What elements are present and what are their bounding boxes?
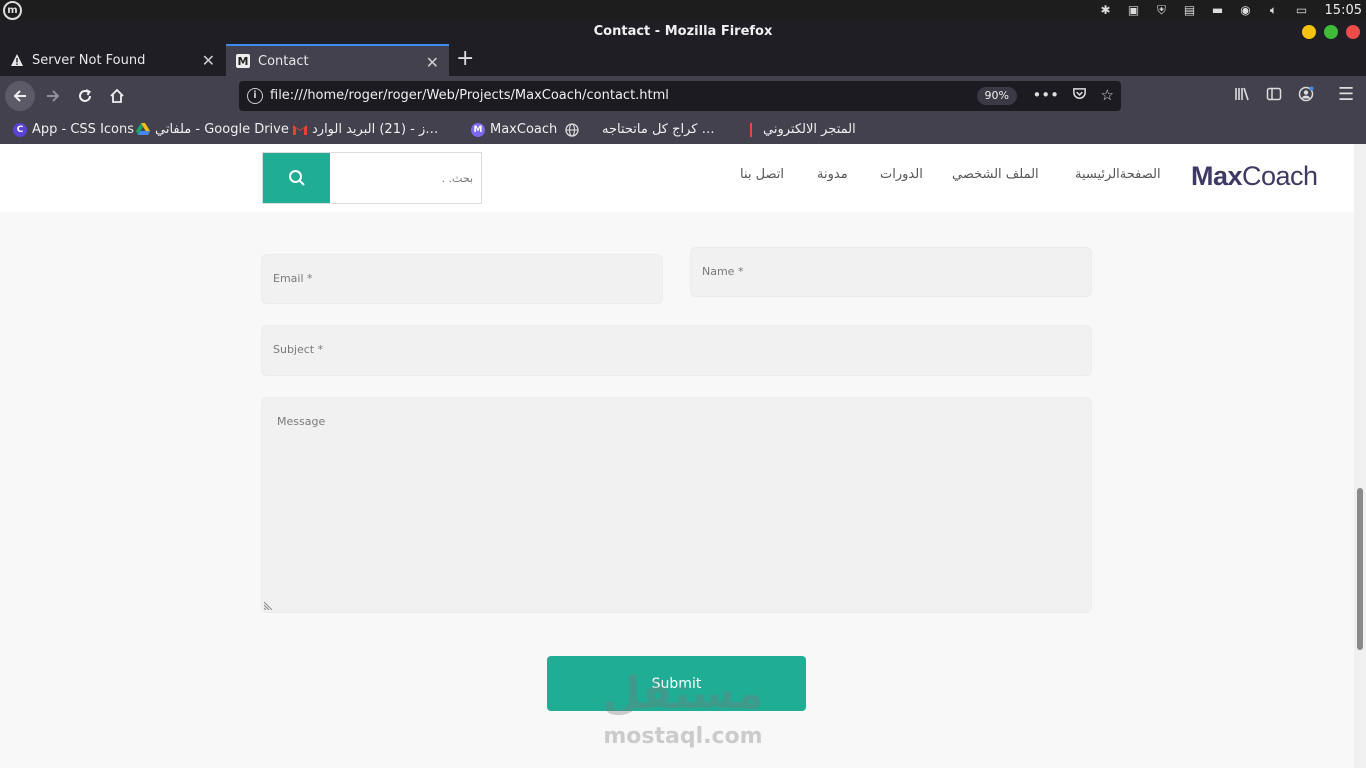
nav-profile[interactable]: الملف الشخصي: [952, 167, 1039, 182]
bookmark-label: App - CSS Icons: [32, 122, 135, 137]
battery-icon[interactable]: ▭: [1293, 2, 1311, 18]
update-manager-icon[interactable]: ▣: [1125, 2, 1143, 18]
google-drive-icon: [136, 123, 150, 137]
maxcoach-favicon: M: [471, 122, 485, 137]
tab-label: Server Not Found: [32, 52, 146, 68]
bookmark-label: ملفاتي - Google Drive: [155, 122, 289, 137]
url-text[interactable]: file:///home/roger/roger/Web/Projects/Ma…: [270, 88, 669, 103]
watermark-latin: mostaql.com: [603, 724, 763, 749]
bookmark-online-store[interactable]: المتجر الالكتروني: [744, 122, 856, 137]
account-icon[interactable]: [1298, 86, 1314, 106]
web-page: MaxCoach الصفحةالرئيسية الملف الشخصي الد…: [0, 144, 1354, 768]
app-menu-icon[interactable]: ☰: [1338, 84, 1354, 105]
clock[interactable]: 15:05: [1325, 3, 1362, 18]
network-icon[interactable]: ◉: [1237, 2, 1255, 18]
resize-handle-icon[interactable]: [264, 600, 274, 610]
window-title: Contact - Mozilla Firefox: [593, 24, 773, 39]
new-tab-button[interactable]: +: [456, 48, 474, 70]
bookmarks-toolbar: C App - CSS Icons ملفاتي - Google Drive …: [0, 116, 1366, 144]
close-window-button[interactable]: [1346, 25, 1360, 39]
message-textarea[interactable]: [277, 415, 1091, 605]
address-bar[interactable]: i file:///home/roger/roger/Web/Projects/…: [239, 81, 1121, 111]
linux-mint-menu-icon[interactable]: m: [3, 1, 22, 20]
system-tray: ✱ ▣ ⛨ ▤ ▬ ◉ 🔈︎ ▭ 15:05: [1097, 0, 1366, 20]
keyboard-layout-flag-icon[interactable]: ▬: [1209, 2, 1227, 18]
subject-input[interactable]: [273, 343, 1091, 356]
tab-label: Contact: [258, 53, 309, 69]
bookmark-gmail[interactable]: البريد الوارد ‎(21) - ز…: [293, 122, 438, 137]
sidebar-icon[interactable]: [1266, 86, 1282, 106]
bookmark-google-drive[interactable]: ملفاتي - Google Drive: [136, 122, 289, 137]
site-header: MaxCoach الصفحةالرئيسية الملف الشخصي الد…: [0, 144, 1354, 212]
message-field[interactable]: [261, 397, 1092, 613]
tab-strip: Server Not Found ✕ M Contact ✕ +: [0, 44, 1366, 76]
close-tab-icon[interactable]: ✕: [202, 51, 215, 70]
bookmark-label: كراج كل ماتحتاجه …: [602, 122, 715, 137]
gmail-icon: [293, 123, 307, 137]
email-field[interactable]: [261, 254, 663, 304]
submit-button[interactable]: Submit: [547, 656, 806, 711]
forward-button[interactable]: [38, 81, 68, 111]
name-field[interactable]: [690, 247, 1092, 297]
drive-icon[interactable]: ▤: [1181, 2, 1199, 18]
close-tab-icon[interactable]: ✕: [426, 53, 439, 72]
library-icon[interactable]: [1234, 86, 1250, 106]
search-icon: [288, 170, 305, 186]
bookmark-label: المتجر الالكتروني: [763, 122, 856, 137]
volume-icon[interactable]: 🔈︎: [1265, 2, 1283, 18]
os-top-panel: m ✱ ▣ ⛨ ▤ ▬ ◉ 🔈︎ ▭ 15:05: [0, 0, 1366, 20]
name-input[interactable]: [702, 265, 1091, 278]
navigation-toolbar: i file:///home/roger/roger/Web/Projects/…: [0, 76, 1366, 116]
bookmark-maxcoach[interactable]: M MaxCoach: [471, 122, 557, 137]
nav-courses[interactable]: الدورات: [880, 167, 923, 182]
globe-icon: [565, 122, 579, 137]
reload-button[interactable]: [70, 81, 100, 111]
bookmark-label: MaxCoach: [490, 122, 558, 137]
bluetooth-icon[interactable]: ✱: [1097, 2, 1115, 18]
home-button[interactable]: [102, 81, 132, 111]
window-controls: [1302, 25, 1360, 39]
zoom-level-badge[interactable]: 90%: [976, 87, 1017, 105]
logo-bold-text: Max: [1191, 161, 1243, 191]
window-title-bar: Contact - Mozilla Firefox: [0, 20, 1366, 44]
site-logo[interactable]: MaxCoach: [1191, 161, 1318, 192]
bookmark-garage[interactable]: كراج كل ماتحتاجه …: [565, 122, 715, 137]
site-info-icon[interactable]: i: [247, 88, 263, 104]
maxcoach-favicon: M: [236, 54, 250, 68]
logo-text: Coach: [1242, 161, 1318, 191]
tab-server-not-found[interactable]: Server Not Found ✕: [0, 44, 225, 76]
pocket-icon[interactable]: [1072, 86, 1087, 105]
tab-contact[interactable]: M Contact ✕: [226, 44, 449, 76]
nav-blog[interactable]: مدونة: [817, 167, 848, 182]
css-icons-favicon: C: [13, 122, 27, 137]
minimize-button[interactable]: [1302, 25, 1316, 39]
shield-icon[interactable]: ⛨: [1153, 2, 1171, 18]
store-icon: [744, 122, 758, 137]
site-search: [262, 152, 482, 204]
nav-home[interactable]: الصفحةالرئيسية: [1075, 167, 1161, 182]
subject-field[interactable]: [261, 325, 1092, 376]
warning-icon: [10, 53, 24, 67]
page-scrollbar[interactable]: [1354, 144, 1366, 768]
email-input[interactable]: [273, 272, 662, 285]
bookmark-label: البريد الوارد ‎(21) - ز…: [312, 122, 439, 137]
bookmark-star-icon[interactable]: ☆: [1101, 86, 1114, 104]
bookmark-css-icons[interactable]: C App - CSS Icons: [13, 122, 134, 137]
scrollbar-thumb[interactable]: [1357, 488, 1363, 650]
page-actions-icon[interactable]: •••: [1032, 86, 1059, 104]
back-button[interactable]: [5, 81, 35, 111]
nav-contact[interactable]: اتصل بنا: [740, 167, 784, 182]
search-button[interactable]: [263, 153, 330, 203]
search-input[interactable]: [330, 153, 481, 203]
maximize-button[interactable]: [1324, 25, 1338, 39]
